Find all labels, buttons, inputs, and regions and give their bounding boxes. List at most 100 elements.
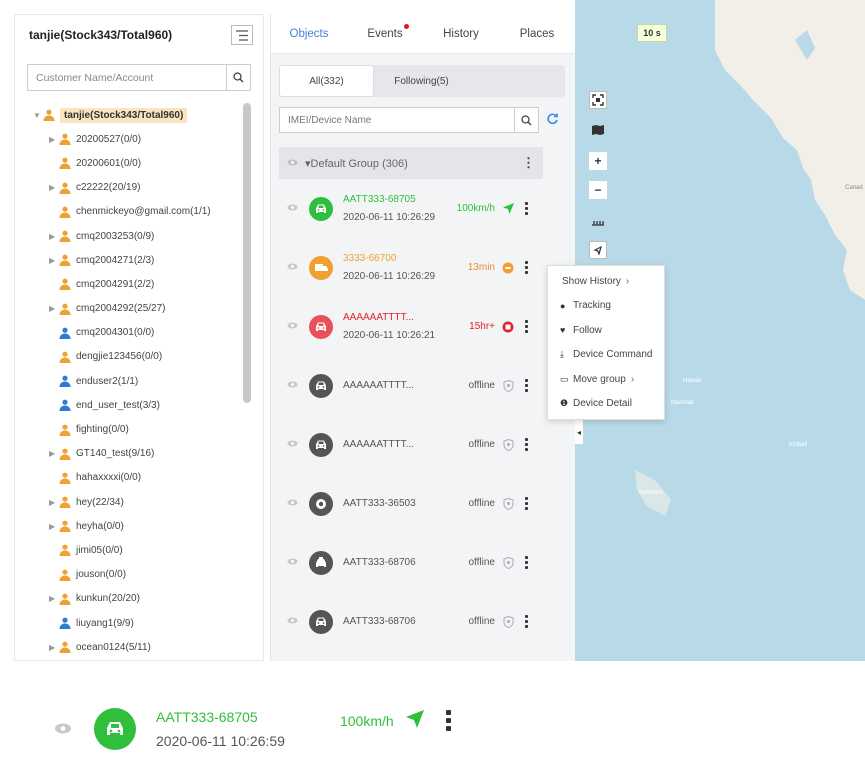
caret-right-icon[interactable]: ▶ bbox=[49, 594, 59, 603]
more-vertical-icon[interactable] bbox=[523, 497, 529, 510]
device-name[interactable]: AATT333-68706 bbox=[343, 556, 451, 570]
tab-objects[interactable]: Objects bbox=[271, 28, 347, 40]
eye-icon[interactable] bbox=[54, 721, 94, 737]
tree-item[interactable]: ▶ c22222(20/19) bbox=[33, 176, 243, 200]
menu-item-tracking[interactable]: ● Tracking bbox=[548, 294, 664, 319]
tree-item[interactable]: end_user_test(3/3) bbox=[33, 393, 243, 417]
caret-right-icon[interactable]: ▶ bbox=[49, 522, 59, 531]
tree-item[interactable]: ▶ cmq2003253(0/9) bbox=[33, 224, 243, 248]
tree-item[interactable]: dengjie123456(0/0) bbox=[33, 345, 243, 369]
caret-right-icon[interactable]: ▶ bbox=[49, 498, 59, 507]
tree-item[interactable]: ▶ heyha(0/0) bbox=[33, 514, 243, 538]
tree-item[interactable]: ▶ 20200527(0/0) bbox=[33, 127, 243, 151]
more-vertical-icon[interactable]: ⋮ bbox=[522, 155, 535, 171]
eye-icon[interactable] bbox=[287, 439, 309, 450]
zoom-in-icon[interactable]: + bbox=[589, 152, 607, 170]
device-name[interactable]: AATT333-68705 bbox=[156, 709, 285, 725]
caret-down-icon[interactable]: ▼ bbox=[33, 111, 43, 120]
menu-item-move-group[interactable]: ▭ Move group › bbox=[548, 367, 664, 392]
fullscreen-icon[interactable] bbox=[589, 91, 607, 109]
tree-item[interactable]: ▶ cmq2004271(2/3) bbox=[33, 248, 243, 272]
device-row[interactable]: AAAAAATTTT... 2020-06-11 10:26:21 15hr+ bbox=[271, 297, 575, 356]
tree-item[interactable]: ▶ kunkun(20/20) bbox=[33, 587, 243, 611]
device-name[interactable]: 3333-66700 bbox=[343, 252, 451, 266]
caret-right-icon[interactable]: ▶ bbox=[49, 643, 59, 652]
tree-scrollbar[interactable] bbox=[243, 103, 251, 403]
tree-item[interactable]: hahaxxxxi(0/0) bbox=[33, 466, 243, 490]
tree-item[interactable]: chenmickeyo@gmail.com(1/1) bbox=[33, 200, 243, 224]
more-vertical-icon[interactable] bbox=[523, 438, 529, 451]
caret-right-icon[interactable]: ▶ bbox=[49, 449, 59, 458]
more-vertical-icon[interactable] bbox=[523, 556, 529, 569]
device-row[interactable]: AATT333-68706 offline bbox=[271, 592, 575, 651]
menu-item-device-detail[interactable]: ❶ Device Detail bbox=[548, 392, 664, 417]
device-row[interactable]: AATT333-68705 2020-06-11 10:26:29 100km/h bbox=[271, 179, 575, 238]
tree-item[interactable]: ▶ hey(22/34) bbox=[33, 490, 243, 514]
more-vertical-icon[interactable] bbox=[445, 710, 451, 731]
caret-right-icon[interactable]: ▶ bbox=[49, 135, 59, 144]
customer-search-input[interactable]: Customer Name/Account bbox=[28, 72, 226, 84]
tree-item[interactable]: ▶ cmq2004292(25/27) bbox=[33, 297, 243, 321]
eye-icon[interactable] bbox=[287, 158, 305, 169]
menu-item-device-command[interactable]: ⤓ Device Command bbox=[548, 343, 664, 368]
device-name[interactable]: AATT333-68705 bbox=[343, 193, 451, 207]
refresh-timer[interactable]: 10 s bbox=[637, 24, 667, 42]
search-icon[interactable] bbox=[226, 65, 250, 90]
tree-item[interactable]: liuyang1(9/9) bbox=[33, 611, 243, 635]
list-view-button[interactable] bbox=[231, 25, 253, 45]
caret-right-icon[interactable]: ▶ bbox=[49, 256, 59, 265]
tab-history[interactable]: History bbox=[423, 28, 499, 40]
eye-icon[interactable] bbox=[287, 557, 309, 568]
tree-item[interactable]: 20200601(0/0) bbox=[33, 151, 243, 175]
eye-icon[interactable] bbox=[287, 262, 309, 273]
eye-icon[interactable] bbox=[287, 498, 309, 509]
more-vertical-icon[interactable] bbox=[523, 261, 529, 274]
user-icon bbox=[59, 375, 71, 388]
tab-places[interactable]: Places bbox=[499, 28, 575, 40]
more-vertical-icon[interactable] bbox=[523, 615, 529, 628]
zoom-out-icon[interactable]: − bbox=[589, 181, 607, 199]
tree-item[interactable]: ▶ ocean0124(5/11) bbox=[33, 635, 243, 659]
eye-icon[interactable] bbox=[287, 616, 309, 627]
ruler-icon[interactable] bbox=[589, 214, 607, 232]
device-row[interactable]: AATT333-68706 offline bbox=[271, 533, 575, 592]
device-name[interactable]: AAAAAATTTT... bbox=[343, 311, 451, 325]
device-search-input[interactable]: IMEI/Device Name bbox=[280, 115, 514, 126]
caret-right-icon[interactable]: ▶ bbox=[49, 183, 59, 192]
map-layers-icon[interactable] bbox=[589, 121, 607, 139]
tree-item[interactable]: jimi05(0/0) bbox=[33, 538, 243, 562]
refresh-icon[interactable] bbox=[539, 112, 565, 128]
tree-item[interactable]: fighting(0/0) bbox=[33, 417, 243, 441]
tree-item[interactable]: ▶ GT140_test(9/16) bbox=[33, 442, 243, 466]
more-vertical-icon[interactable] bbox=[523, 202, 529, 215]
eye-icon[interactable] bbox=[287, 203, 309, 214]
device-row[interactable]: AAAAAATTTT... offline bbox=[271, 415, 575, 474]
collapse-panel-icon[interactable]: ◂ bbox=[575, 420, 583, 444]
tab-events[interactable]: Events bbox=[347, 23, 423, 40]
eye-icon[interactable] bbox=[287, 380, 309, 391]
more-vertical-icon[interactable] bbox=[523, 379, 529, 392]
more-vertical-icon[interactable] bbox=[523, 320, 529, 333]
menu-item-show-history[interactable]: Show History › bbox=[548, 269, 664, 294]
caret-right-icon[interactable]: ▶ bbox=[49, 304, 59, 313]
device-name[interactable]: AATT333-68706 bbox=[343, 615, 451, 629]
device-name[interactable]: AAAAAATTTT... bbox=[343, 438, 451, 452]
eye-icon[interactable] bbox=[287, 321, 309, 332]
device-row[interactable]: 3333-66700 2020-06-11 10:26:29 13min bbox=[271, 238, 575, 297]
tree-item[interactable]: enduser2(1/1) bbox=[33, 369, 243, 393]
device-name[interactable]: AATT333-36503 bbox=[343, 497, 451, 511]
tree-item[interactable]: ▼ tanjie(Stock343/Total960) bbox=[33, 103, 243, 127]
device-row[interactable]: AAAAAATTTT... offline bbox=[271, 356, 575, 415]
tree-item[interactable]: cmq2004301(0/0) bbox=[33, 321, 243, 345]
subtab-all[interactable]: All(332) bbox=[279, 65, 374, 97]
tree-item[interactable]: cmq2004291(2/2) bbox=[33, 272, 243, 296]
search-icon[interactable] bbox=[514, 108, 538, 132]
tree-item[interactable]: jouson(0/0) bbox=[33, 563, 243, 587]
device-group-header[interactable]: ▾Default Group (306) ⋮ bbox=[279, 147, 543, 179]
caret-right-icon[interactable]: ▶ bbox=[49, 232, 59, 241]
device-row[interactable]: AATT333-36503 offline bbox=[271, 474, 575, 533]
device-name[interactable]: AAAAAATTTT... bbox=[343, 379, 451, 393]
menu-item-follow[interactable]: ♥ Follow bbox=[548, 318, 664, 343]
locate-icon[interactable] bbox=[589, 241, 607, 259]
subtab-following[interactable]: Following(5) bbox=[374, 65, 469, 97]
